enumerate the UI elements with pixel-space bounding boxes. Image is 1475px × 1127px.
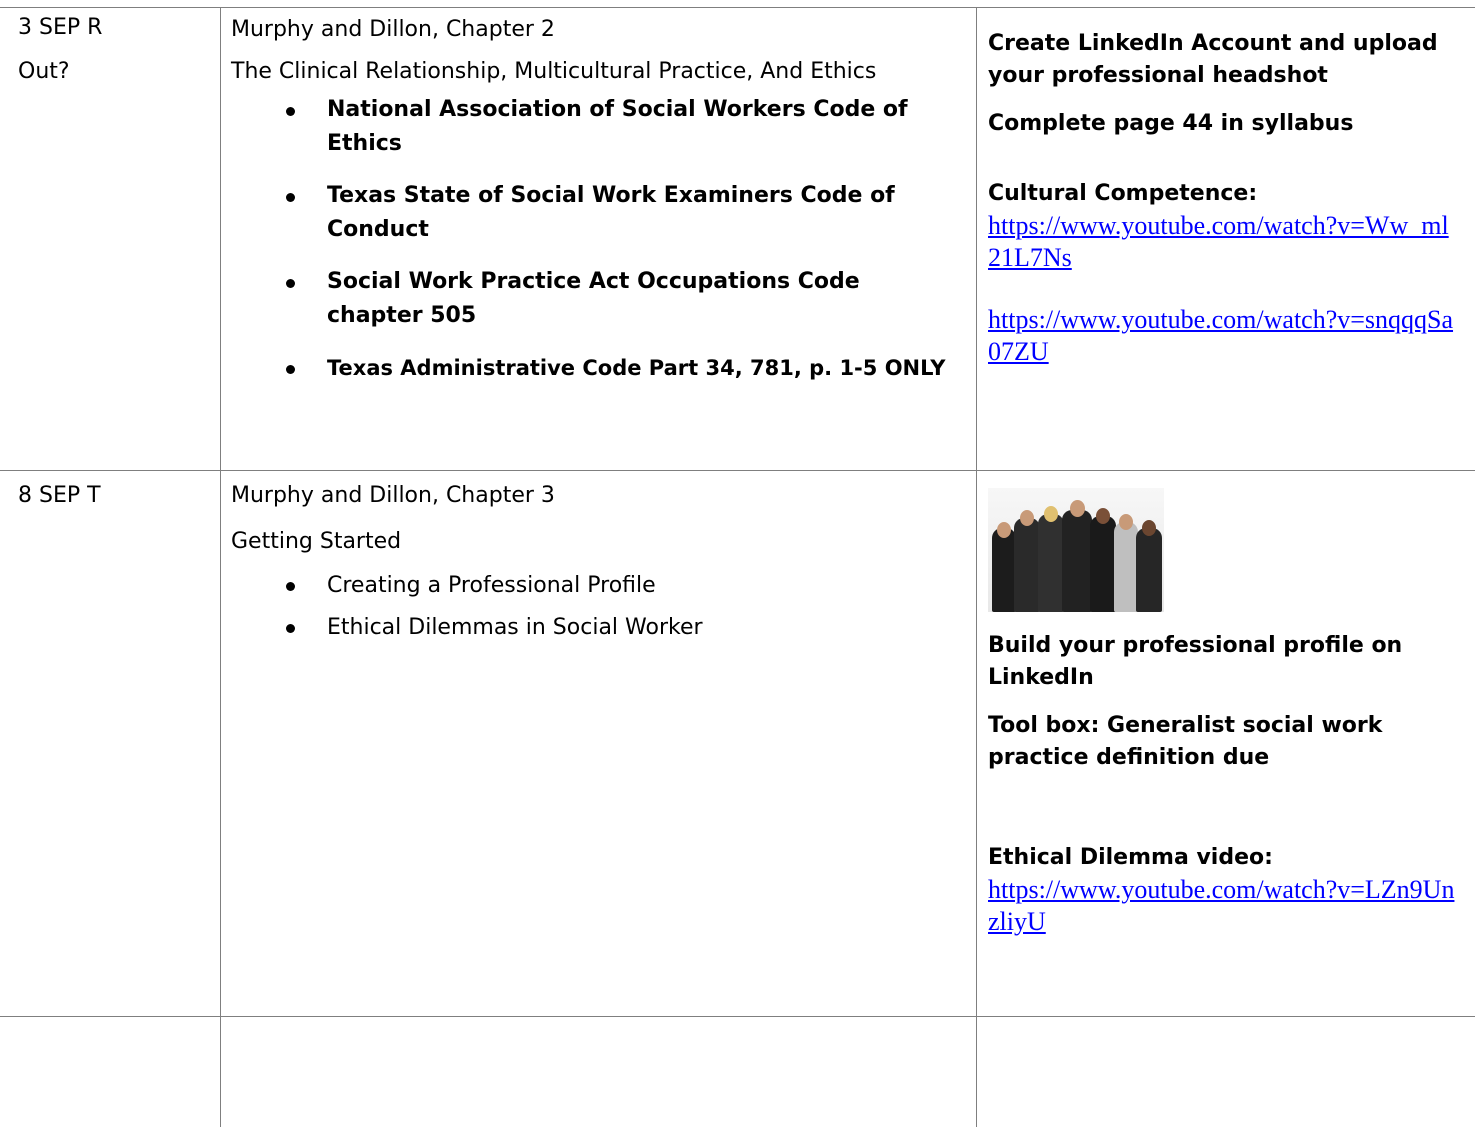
- list-item-text: Texas State of Social Work Examiners Cod…: [327, 183, 895, 242]
- bullet-icon: [286, 582, 295, 591]
- photo-figure: [1090, 516, 1116, 612]
- row-2-reading-cell: Murphy and Dillon, Chapter 3 Getting Sta…: [231, 479, 971, 653]
- ethical-dilemma-video-link[interactable]: https://www.youtube.com/watch?v=LZn9Unzl…: [988, 874, 1458, 938]
- table-top-border: [0, 7, 1475, 8]
- photo-figure: [1038, 514, 1064, 612]
- photo-figure-head: [1020, 510, 1034, 526]
- bullet-icon: [286, 365, 295, 374]
- row-1-task-1: Create LinkedIn Account and upload your …: [988, 31, 1438, 88]
- list-item-text: Creating a Professional Profile: [327, 573, 656, 598]
- row-1-date-cell: 3 SEP R Out?: [18, 13, 208, 87]
- list-item-text: Texas Administrative Code Part 34, 781, …: [327, 356, 946, 380]
- row-1-reading-cell: Murphy and Dillon, Chapter 2 The Clinica…: [231, 15, 971, 404]
- list-item: National Association of Social Workers C…: [231, 93, 971, 161]
- row-2-task-2: Tool box: Generalist social work practic…: [988, 713, 1383, 770]
- row-2-assignment-cell: Build your professional profile on Linke…: [988, 488, 1468, 938]
- row-2-reading: Murphy and Dillon, Chapter 3: [231, 483, 555, 508]
- row-1-date: 3 SEP R: [18, 15, 103, 40]
- photo-figure: [1014, 518, 1040, 612]
- photo-figure: [1062, 510, 1092, 612]
- row-1-bullet-list: National Association of Social Workers C…: [231, 93, 971, 386]
- row-1-reading: Murphy and Dillon, Chapter 2: [231, 17, 555, 42]
- list-item: Texas Administrative Code Part 34, 781, …: [231, 351, 971, 386]
- list-item-text: Ethical Dilemmas in Social Worker: [327, 615, 703, 640]
- photo-figure: [1136, 528, 1162, 612]
- row-1-date-note: Out?: [18, 59, 70, 84]
- row-1-video-heading: Cultural Competence:: [988, 181, 1258, 206]
- list-item: Creating a Professional Profile: [231, 569, 971, 603]
- photo-figure-head: [997, 522, 1011, 538]
- row-1-task-2: Complete page 44 in syllabus: [988, 111, 1354, 136]
- row-2-bullet-list: Creating a Professional Profile Ethical …: [231, 569, 971, 645]
- row-2-task-1: Build your professional profile on Linke…: [988, 633, 1403, 690]
- list-item-text: National Association of Social Workers C…: [327, 97, 908, 156]
- bullet-icon: [286, 193, 295, 202]
- photo-figure-head: [1096, 508, 1110, 524]
- photo-figure-head: [1119, 514, 1133, 530]
- business-team-photo: [988, 488, 1164, 612]
- photo-figure-head: [1142, 520, 1156, 536]
- list-item-text: Social Work Practice Act Occupations Cod…: [327, 269, 860, 328]
- list-item: Texas State of Social Work Examiners Cod…: [231, 179, 971, 247]
- photo-figure: [992, 528, 1016, 612]
- bullet-icon: [286, 107, 295, 116]
- list-item: Ethical Dilemmas in Social Worker: [231, 611, 971, 645]
- list-item: Social Work Practice Act Occupations Cod…: [231, 265, 971, 333]
- row-1-assignment-cell: Create LinkedIn Account and upload your …: [988, 28, 1468, 368]
- photo-figure: [1114, 522, 1138, 612]
- cultural-competence-link-1[interactable]: https://www.youtube.com/watch?v=Ww_ml21L…: [988, 210, 1458, 274]
- row-1-topic: The Clinical Relationship, Multicultural…: [231, 59, 877, 84]
- bullet-icon: [286, 279, 295, 288]
- cultural-competence-link-2[interactable]: https://www.youtube.com/watch?v=snqqqSa0…: [988, 304, 1458, 368]
- row-2-video-heading: Ethical Dilemma video:: [988, 845, 1273, 870]
- column-divider-2: [976, 7, 977, 1127]
- row-divider-2: [0, 1016, 1475, 1017]
- row-divider-1: [0, 470, 1475, 471]
- photo-figure-head: [1044, 506, 1058, 522]
- bullet-icon: [286, 624, 295, 633]
- row-2-date-cell: 8 SEP T: [18, 479, 208, 513]
- photo-figure-head: [1070, 500, 1085, 517]
- row-2-date: 8 SEP T: [18, 483, 101, 508]
- column-divider-1: [220, 7, 221, 1127]
- row-2-topic: Getting Started: [231, 529, 402, 554]
